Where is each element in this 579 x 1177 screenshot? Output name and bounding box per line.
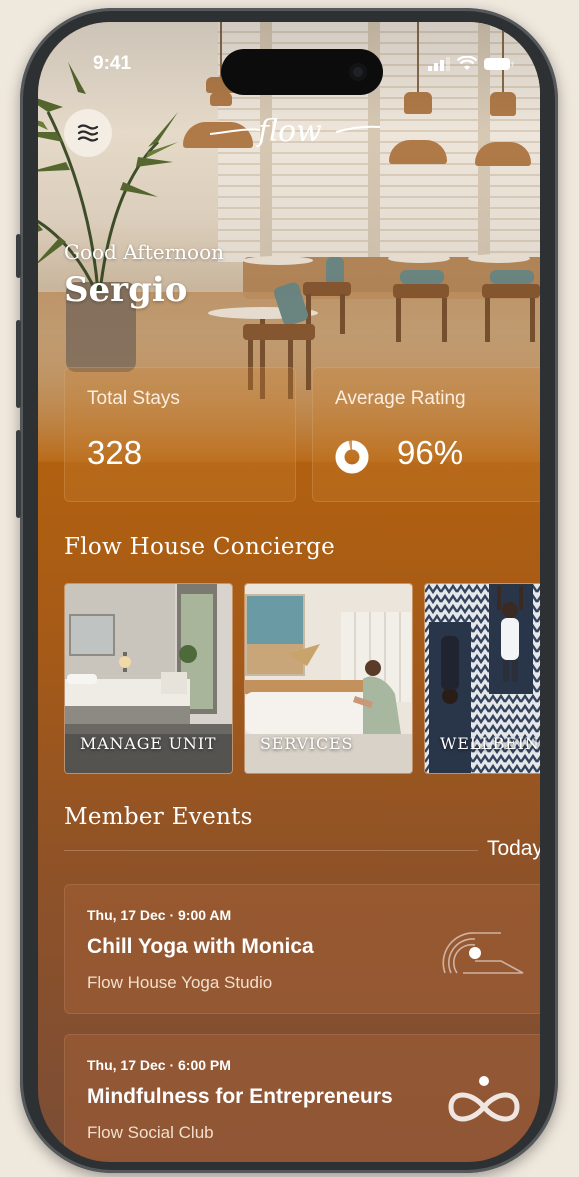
app-screen: 9:41 flow Good Afternoon Sergio Total St… — [38, 22, 540, 1162]
concierge-card-label: SERVICES — [260, 734, 354, 753]
volume-down-button — [16, 430, 21, 518]
events-divider — [64, 850, 478, 851]
concierge-card-label: WELLBEING — [440, 734, 540, 753]
event-card-yoga[interactable]: Thu, 17 Dec · 9:00 AM Chill Yoga with Mo… — [64, 884, 540, 1014]
event-venue: Flow Social Club — [87, 1123, 214, 1142]
average-rating-label: Average Rating — [335, 388, 466, 409]
events-title: Member Events — [64, 804, 253, 830]
concierge-title: Flow House Concierge — [64, 534, 336, 560]
status-time: 9:41 — [93, 53, 132, 74]
event-card-mindfulness[interactable]: Thu, 17 Dec · 6:00 PM Mindfulness for En… — [64, 1034, 540, 1162]
concierge-card-wellbeing[interactable]: WELLBEING — [424, 583, 540, 774]
event-title: Chill Yoga with Monica — [87, 935, 314, 958]
status-icons — [428, 56, 514, 71]
average-rating-card: Average Rating 96% — [312, 367, 540, 502]
dynamic-island — [221, 49, 383, 95]
event-date: Thu, 17 Dec · 6:00 PM — [87, 1057, 231, 1073]
battery-icon — [484, 58, 514, 70]
greeting-salutation: Good Afternoon — [64, 240, 224, 264]
flow-logo: flow — [210, 114, 380, 149]
menu-lines-icon — [77, 124, 99, 142]
concierge-card-manage-unit[interactable]: MANAGE UNIT — [64, 583, 233, 774]
events-filter-today[interactable]: Today — [487, 837, 540, 861]
total-stays-value: 328 — [87, 434, 143, 471]
event-title: Mindfulness for Entrepreneurs — [87, 1085, 393, 1108]
total-stays-card: Total Stays 328 — [64, 367, 296, 502]
average-rating-value: 96% — [397, 434, 464, 471]
mute-switch — [16, 234, 21, 278]
wifi-icon — [457, 56, 477, 70]
concierge-card-label: MANAGE UNIT — [80, 734, 217, 753]
event-venue: Flow House Yoga Studio — [87, 973, 273, 992]
concierge-card-services[interactable]: SERVICES — [244, 583, 413, 774]
total-stays-label: Total Stays — [87, 388, 180, 409]
volume-up-button — [16, 320, 21, 408]
user-name: Sergio — [64, 270, 188, 310]
sunrise-icon — [442, 932, 524, 974]
event-date: Thu, 17 Dec · 9:00 AM — [87, 907, 232, 923]
signal-icon — [428, 57, 450, 71]
rating-donut-icon — [335, 440, 369, 474]
logo-text: flow — [256, 114, 322, 149]
infinity-icon — [448, 1076, 520, 1122]
menu-button[interactable] — [64, 109, 112, 157]
